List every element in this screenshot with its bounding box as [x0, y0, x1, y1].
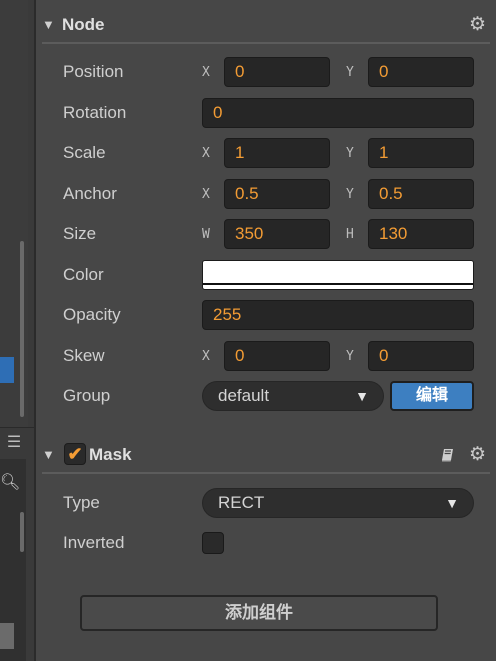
anchor-row: Anchor X 0.5 Y 0.5	[36, 177, 496, 211]
asset-row-highlight[interactable]	[0, 623, 14, 649]
color-label: Color	[63, 265, 104, 284]
inspector-panel: ▼ Node ⚙ Position X 0 Y 0 Rotation 0 Sca…	[36, 0, 496, 661]
opacity-label: Opacity	[63, 305, 121, 324]
position-row: Position X 0 Y 0	[36, 55, 496, 89]
edit-group-button[interactable]: 编辑	[390, 381, 474, 411]
left-dock: ☰ 🔍︎	[0, 0, 34, 661]
dropdown-arrow-icon: ▼	[445, 495, 459, 511]
anchor-y-input[interactable]: 0.5	[368, 179, 474, 209]
search-icon[interactable]: 🔍︎	[0, 472, 20, 494]
assets-scrollbar[interactable]	[20, 512, 24, 552]
gear-icon[interactable]: ⚙	[469, 8, 486, 42]
anchor-x-input[interactable]: 0.5	[224, 179, 330, 209]
anchor-y-axis-label: Y	[346, 187, 354, 202]
gear-icon[interactable]: ⚙	[469, 438, 486, 472]
mask-inverted-label: Inverted	[63, 533, 125, 552]
size-h-axis-label: H	[346, 227, 354, 242]
selected-row-highlight[interactable]	[0, 357, 14, 383]
position-y-input[interactable]: 0	[368, 57, 474, 87]
group-row: Group default ▼ 编辑	[36, 379, 496, 413]
scale-y-input[interactable]: 1	[368, 138, 474, 168]
node-section-header[interactable]: ▼ Node ⚙	[42, 8, 490, 44]
size-row: Size W 350 H 130	[36, 217, 496, 251]
collapse-arrow-icon[interactable]: ▼	[42, 438, 55, 472]
mask-section-title: Mask	[89, 445, 132, 464]
mask-type-value: RECT	[218, 493, 265, 512]
scale-x-axis-label: X	[202, 146, 210, 161]
position-x-axis-label: X	[202, 65, 210, 80]
group-select[interactable]: default ▼	[202, 381, 384, 411]
position-y-axis-label: Y	[346, 65, 354, 80]
rotation-input[interactable]: 0	[202, 98, 474, 128]
color-alpha-strip	[203, 283, 473, 285]
scale-y-axis-label: Y	[346, 146, 354, 161]
opacity-row: Opacity 255	[36, 298, 496, 332]
size-label: Size	[63, 224, 97, 243]
dropdown-arrow-icon: ▼	[355, 388, 369, 404]
size-height-input[interactable]: 130	[368, 219, 474, 249]
group-select-value: default	[218, 386, 270, 405]
scale-x-input[interactable]: 1	[224, 138, 330, 168]
skew-y-input[interactable]: 0	[368, 341, 474, 371]
size-width-input[interactable]: 350	[224, 219, 330, 249]
mask-type-select[interactable]: RECT ▼	[202, 488, 474, 518]
skew-y-axis-label: Y	[346, 349, 354, 364]
skew-x-axis-label: X	[202, 349, 210, 364]
dock-separator	[0, 427, 34, 428]
mask-section-header[interactable]: ▼ ✔ Mask ⚙	[42, 438, 490, 474]
color-row: Color	[36, 258, 496, 292]
size-w-axis-label: W	[202, 227, 210, 242]
collapse-arrow-icon[interactable]: ▼	[42, 8, 55, 42]
skew-x-input[interactable]: 0	[224, 341, 330, 371]
color-picker-swatch[interactable]	[202, 260, 474, 290]
position-x-input[interactable]: 0	[224, 57, 330, 87]
group-label: Group	[63, 386, 111, 405]
rotation-label: Rotation	[63, 103, 127, 122]
scale-label: Scale	[63, 143, 106, 162]
hierarchy-scrollbar[interactable]	[20, 241, 24, 417]
opacity-input[interactable]: 255	[202, 300, 474, 330]
skew-row: Skew X 0 Y 0	[36, 339, 496, 373]
add-component-button[interactable]: 添加组件	[80, 595, 438, 631]
anchor-x-axis-label: X	[202, 187, 210, 202]
mask-inverted-row: Inverted	[36, 526, 496, 560]
menu-icon[interactable]: ☰	[4, 433, 24, 453]
anchor-label: Anchor	[63, 184, 117, 203]
position-label: Position	[63, 62, 124, 81]
mask-type-row: Type RECT ▼	[36, 486, 496, 520]
rotation-row: Rotation 0	[36, 96, 496, 130]
skew-label: Skew	[63, 346, 105, 365]
mask-enabled-checkbox[interactable]: ✔	[64, 443, 86, 465]
book-icon[interactable]	[440, 438, 456, 472]
node-section-title: Node	[62, 15, 105, 34]
mask-inverted-checkbox[interactable]	[202, 532, 224, 554]
scale-row: Scale X 1 Y 1	[36, 136, 496, 170]
mask-type-label: Type	[63, 493, 100, 512]
